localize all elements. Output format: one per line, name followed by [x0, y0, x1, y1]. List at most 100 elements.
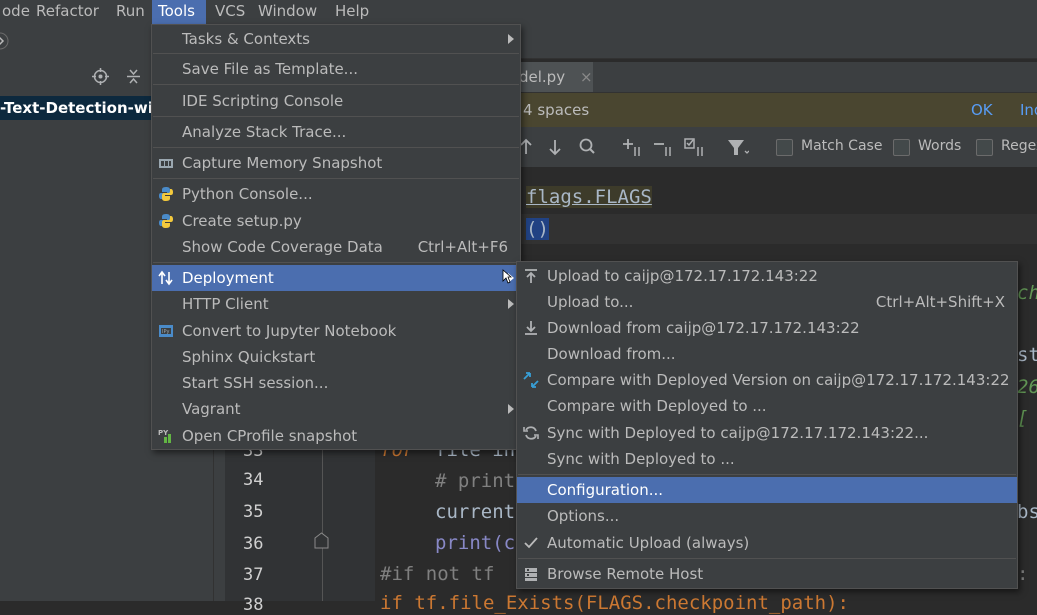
- banner-text: f 4 spaces: [513, 101, 590, 119]
- menu-refactor[interactable]: Refactor: [30, 0, 105, 24]
- remove-occurrence-icon[interactable]: [653, 137, 675, 157]
- menu-item-browse-remote-host[interactable]: Browse Remote Host: [517, 561, 1017, 587]
- match-case-checkbox[interactable]: [776, 139, 793, 156]
- menu-item-http-client[interactable]: HTTP Client: [152, 291, 520, 317]
- menu-vcs[interactable]: VCS: [209, 0, 251, 24]
- code-edge: 26: [1017, 376, 1037, 398]
- code-paren: (): [526, 218, 549, 240]
- code-edge: :: [1017, 563, 1029, 585]
- python-icon: [159, 187, 173, 201]
- download-icon: [525, 321, 537, 335]
- menu-item-save-template[interactable]: Save File as Template...: [152, 56, 520, 82]
- menu-item-sync-deployed-host[interactable]: Sync with Deployed to caijp@172.17.172.1…: [517, 420, 1017, 446]
- menu-item-vagrant[interactable]: Vagrant: [152, 396, 520, 422]
- menu-separator: [518, 558, 1016, 559]
- code-flags: flags.FLAGS: [526, 186, 652, 208]
- menu-item-compare-deployed-host[interactable]: Compare with Deployed Version on caijp@1…: [517, 367, 1017, 393]
- remote-host-icon: [525, 568, 537, 581]
- menu-item-compare-deployed-to[interactable]: Compare with Deployed to ...: [517, 393, 1017, 419]
- mouse-cursor-icon: [502, 269, 512, 284]
- submenu-arrow-icon: [508, 404, 514, 414]
- menu-item-sphinx-quickstart[interactable]: Sphinx Quickstart: [152, 344, 520, 370]
- chevron-right-icon[interactable]: [0, 32, 12, 50]
- menu-item-configuration[interactable]: Configuration...: [517, 477, 1017, 503]
- find-all-icon[interactable]: [578, 137, 598, 159]
- menu-run[interactable]: Run: [110, 0, 151, 24]
- code-if-line: if tf.file_Exists(FLAGS.checkpoint_path)…: [380, 592, 849, 614]
- menu-separator: [153, 147, 519, 148]
- menu-item-upload-to[interactable]: Upload to... Ctrl+Alt+Shift+X: [517, 289, 1017, 315]
- menu-item-show-code-coverage[interactable]: Show Code Coverage Data Ctrl+Alt+F6: [152, 234, 520, 260]
- submenu-arrow-icon: [508, 34, 514, 44]
- editor-tab-label: del.py: [519, 68, 566, 86]
- checkmark-icon: [524, 537, 538, 549]
- menu-separator: [518, 474, 1016, 475]
- menu-item-create-setup[interactable]: Create setup.py: [152, 208, 520, 234]
- python-icon: [159, 214, 173, 228]
- menu-separator: [153, 178, 519, 179]
- menu-separator: [153, 116, 519, 117]
- code-current: current: [435, 501, 516, 523]
- tools-menu: Tasks & Contexts Save File as Template..…: [151, 24, 521, 450]
- code-edge: st: [1017, 344, 1037, 366]
- svg-text:IPy: IPy: [162, 329, 169, 335]
- project-tree-selected-item[interactable]: -Text-Detection-wit: [0, 96, 152, 120]
- menu-item-sync-deployed-to[interactable]: Sync with Deployed to ...: [517, 446, 1017, 472]
- menu-item-options[interactable]: Options...: [517, 503, 1017, 529]
- menu-bar: ode Refactor Run Tools VCS Window Help: [0, 0, 1037, 25]
- svg-text:PY: PY: [158, 429, 169, 437]
- menu-separator: [153, 262, 519, 263]
- code-print: print(c: [435, 532, 516, 554]
- regex-checkbox[interactable]: [976, 139, 993, 156]
- deployment-submenu: Upload to caijp@172.17.172.143:22 Upload…: [516, 261, 1018, 589]
- menu-item-start-ssh[interactable]: Start SSH session...: [152, 370, 520, 396]
- menu-item-tasks-contexts[interactable]: Tasks & Contexts: [152, 26, 520, 52]
- menu-item-deployment[interactable]: Deployment: [152, 265, 520, 291]
- banner-ok-link[interactable]: OK: [971, 93, 993, 127]
- menu-item-capture-memory-snapshot[interactable]: Capture Memory Snapshot: [152, 150, 520, 176]
- prev-occurrence-icon[interactable]: [519, 138, 533, 156]
- line-number: 34: [243, 470, 264, 490]
- menu-item-download-from[interactable]: Download from...: [517, 341, 1017, 367]
- menu-item-analyze-stack-trace[interactable]: Analyze Stack Trace...: [152, 119, 520, 145]
- banner-more-link[interactable]: Ind: [1020, 93, 1037, 127]
- menu-item-upload-to-host[interactable]: Upload to caijp@172.17.172.143:22: [517, 263, 1017, 289]
- menu-help[interactable]: Help: [329, 0, 375, 24]
- menu-item-ide-scripting-console[interactable]: IDE Scripting Console: [152, 88, 520, 114]
- match-case-label: Match Case: [801, 138, 883, 154]
- locate-icon[interactable]: [92, 68, 109, 85]
- regex-label: Regex: [1001, 138, 1037, 154]
- menu-item-open-cprofile[interactable]: PY Open CProfile snapshot: [152, 423, 520, 449]
- menu-tools[interactable]: Tools: [152, 0, 206, 24]
- collapse-all-icon[interactable]: [125, 68, 142, 85]
- line-number: 37: [243, 565, 264, 585]
- upload-icon: [525, 269, 537, 283]
- select-all-occurrences-icon[interactable]: [684, 137, 708, 157]
- menu-item-convert-jupyter[interactable]: IPy Convert to Jupyter Notebook: [152, 318, 520, 344]
- deployment-icon: [158, 270, 173, 286]
- tab-close-icon[interactable]: ×: [580, 62, 593, 92]
- code-if-comment: #if not tf: [380, 563, 495, 585]
- fold-marker-icon[interactable]: [313, 532, 330, 550]
- jupyter-icon: IPy: [159, 325, 173, 337]
- line-number: 35: [243, 502, 264, 522]
- line-number: 36: [243, 534, 264, 554]
- filter-icon[interactable]: [727, 138, 749, 158]
- menu-separator: [153, 84, 519, 85]
- menu-window[interactable]: Window: [252, 0, 323, 24]
- code-edge: [: [1017, 407, 1029, 429]
- words-checkbox[interactable]: [893, 139, 910, 156]
- menu-separator: [153, 53, 519, 54]
- menu-item-automatic-upload[interactable]: Automatic Upload (always): [517, 530, 1017, 556]
- words-label: Words: [918, 138, 962, 154]
- menu-item-python-console[interactable]: Python Console...: [152, 181, 520, 207]
- add-occurrence-icon[interactable]: [622, 137, 644, 157]
- menu-item-download-from-host[interactable]: Download from caijp@172.17.172.143:22: [517, 315, 1017, 341]
- sync-icon: [523, 426, 539, 440]
- cprofile-icon: PY: [158, 429, 171, 443]
- code-edge: ch: [1017, 282, 1037, 304]
- next-occurrence-icon[interactable]: [548, 138, 562, 156]
- compare-icon: [523, 372, 539, 388]
- memory-icon: [159, 159, 173, 168]
- submenu-arrow-icon: [508, 299, 514, 309]
